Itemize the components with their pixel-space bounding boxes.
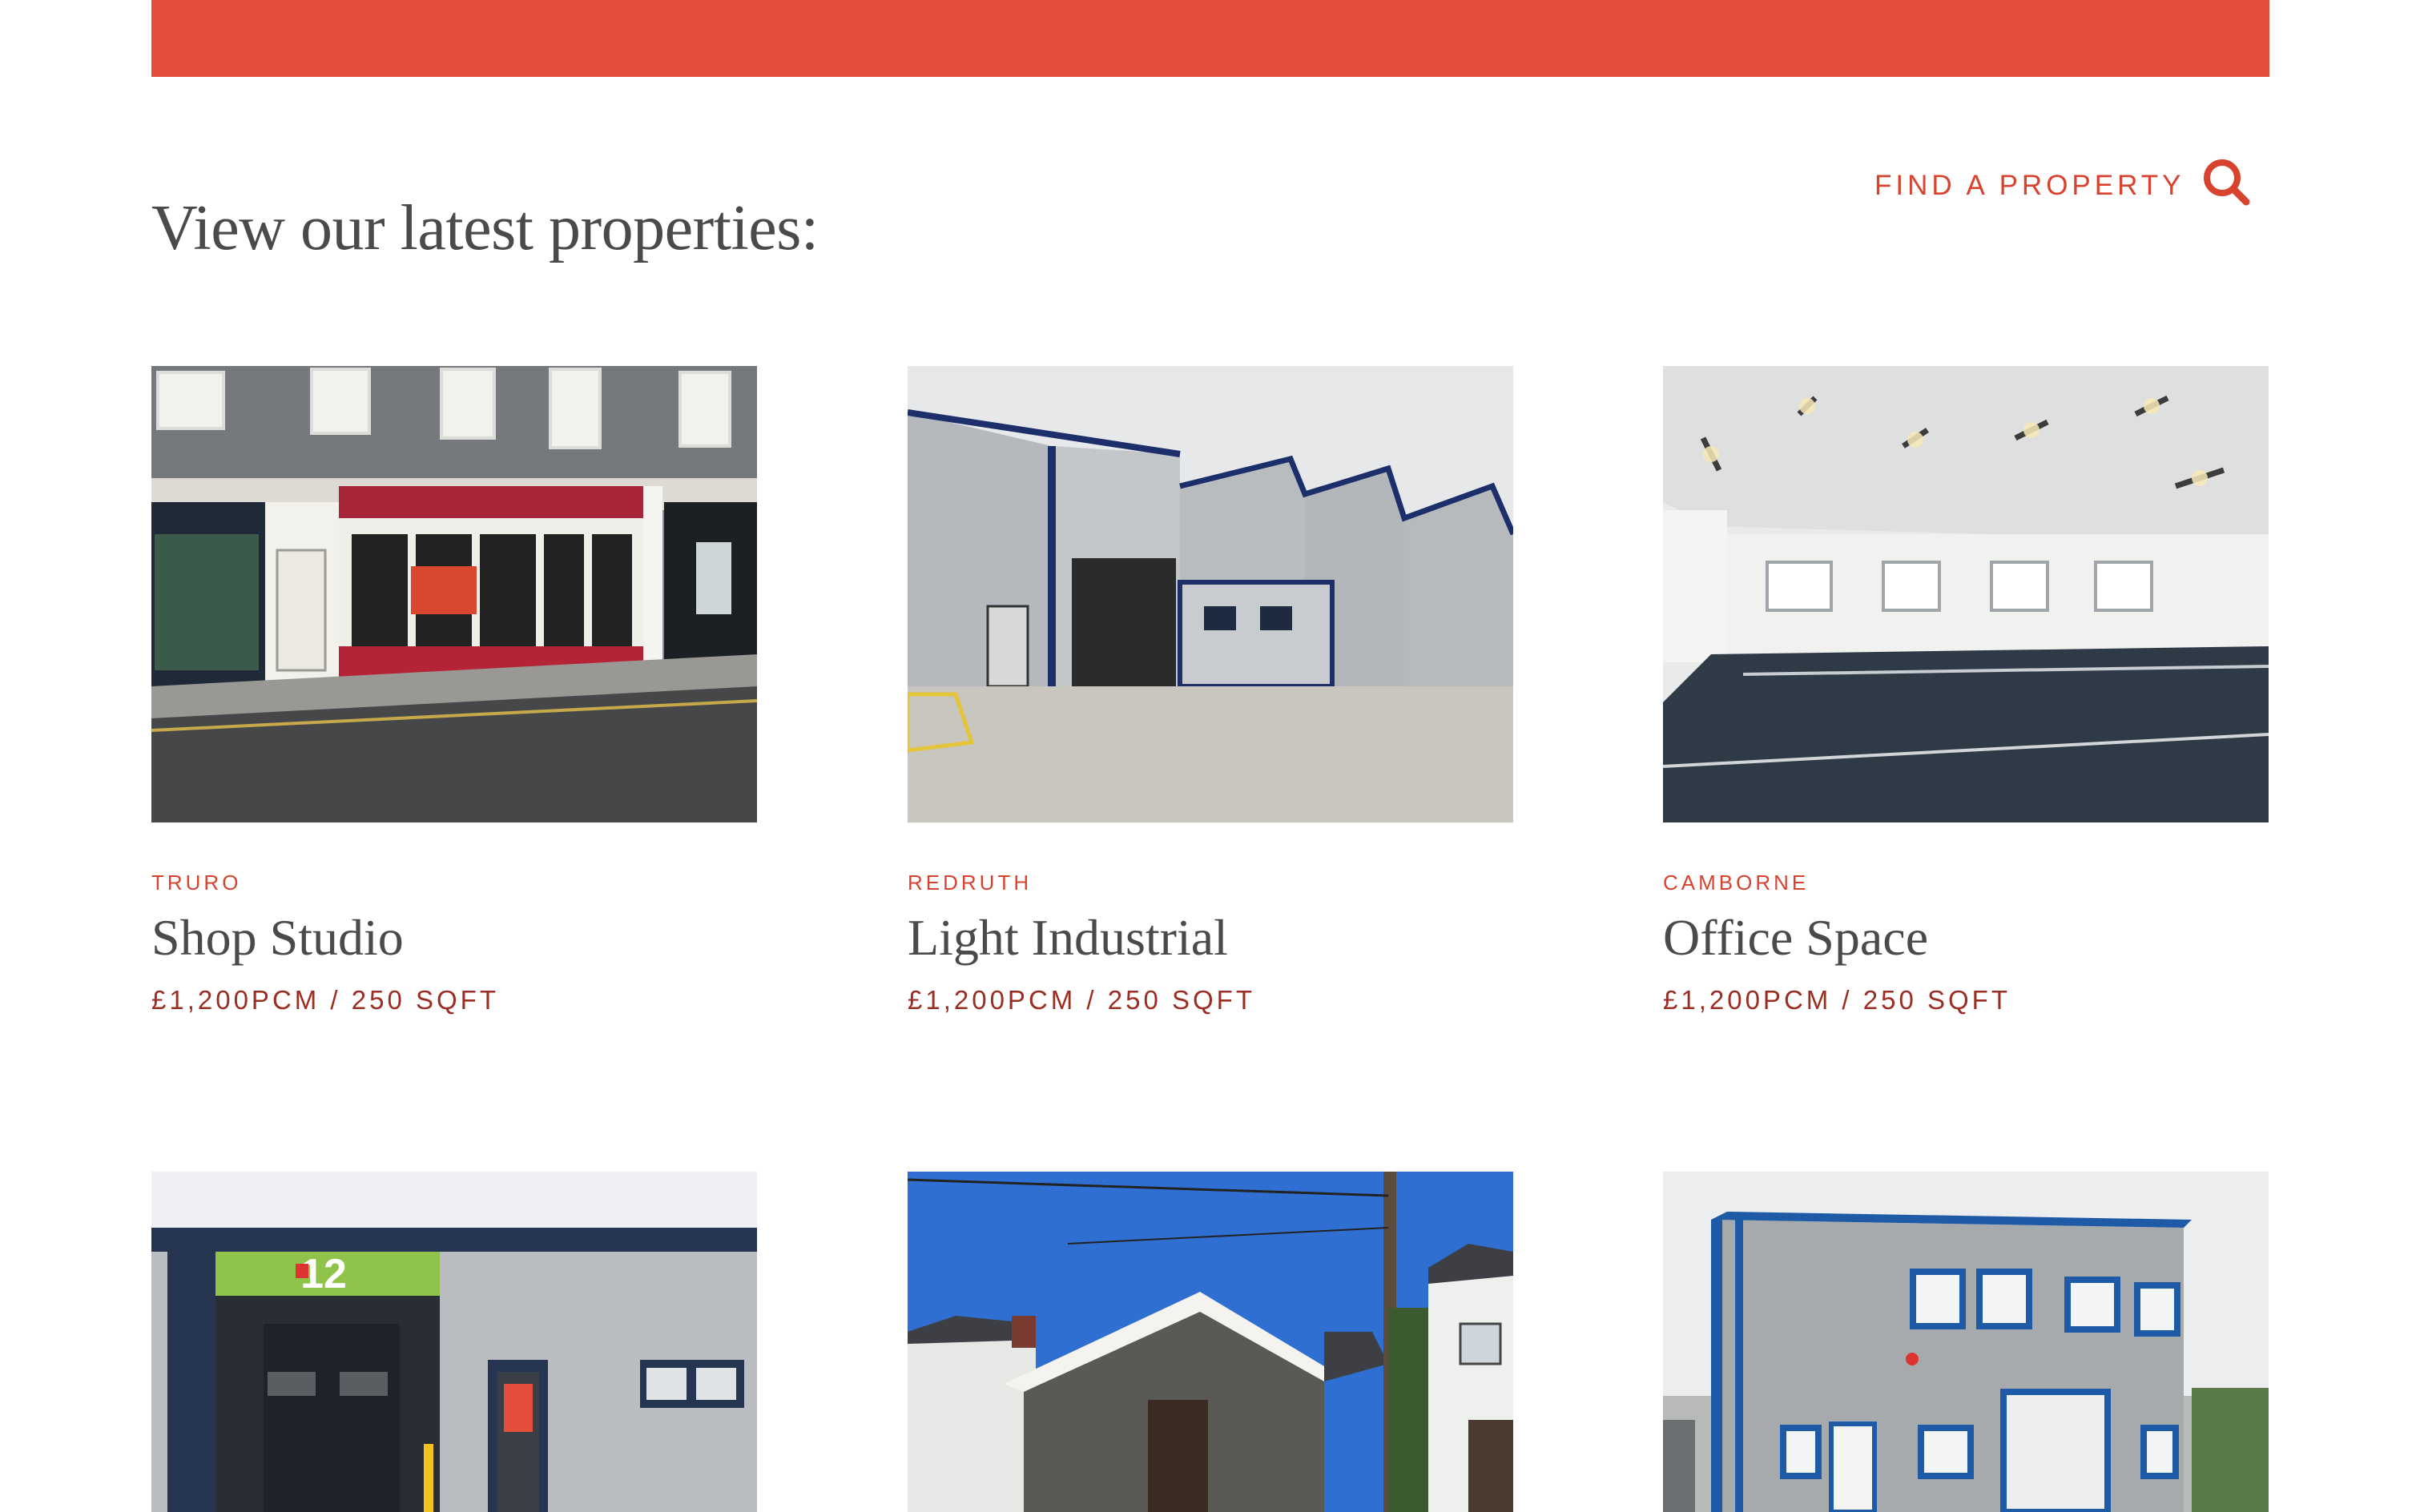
find-property-link[interactable]: FIND A PROPERTY [1874,168,2185,203]
property-location: REDRUTH [908,871,1033,895]
property-photo[interactable] [908,366,1513,822]
property-price: £1,200PCM / 250 SQFT [1663,985,2011,1015]
property-card-unit-12[interactable]: 12 [151,1172,757,1512]
top-accent-bar [151,0,2269,77]
property-title[interactable]: Light Industrial [908,909,1513,966]
section-heading: View our latest properties: [151,193,819,263]
property-location: CAMBORNE [1663,871,1810,895]
property-price: £1,200PCM / 250 SQFT [908,985,1255,1015]
find-property-label: FIND A PROPERTY [1874,170,2185,201]
property-title[interactable]: Shop Studio [151,909,757,966]
property-card-stone-building[interactable] [908,1172,1513,1512]
property-card-shop-studio[interactable]: TRURO Shop Studio £1,200PCM / 250 SQFT [151,366,757,1015]
property-title[interactable]: Office Space [1663,909,2269,966]
property-card-two-storey-unit[interactable] [1663,1172,2269,1512]
property-photo[interactable] [908,1172,1513,1512]
property-location: TRURO [151,871,242,895]
property-photo[interactable] [1663,1172,2269,1512]
property-card-light-industrial[interactable]: REDRUTH Light Industrial £1,200PCM / 250… [908,366,1513,1015]
property-photo[interactable] [1663,366,2269,822]
search-icon[interactable] [2201,157,2251,207]
property-photo[interactable]: 12 [151,1172,757,1512]
property-price: £1,200PCM / 250 SQFT [151,985,499,1015]
property-photo[interactable] [151,366,757,822]
property-card-office-space[interactable]: CAMBORNE Office Space £1,200PCM / 250 SQ… [1663,366,2269,1015]
